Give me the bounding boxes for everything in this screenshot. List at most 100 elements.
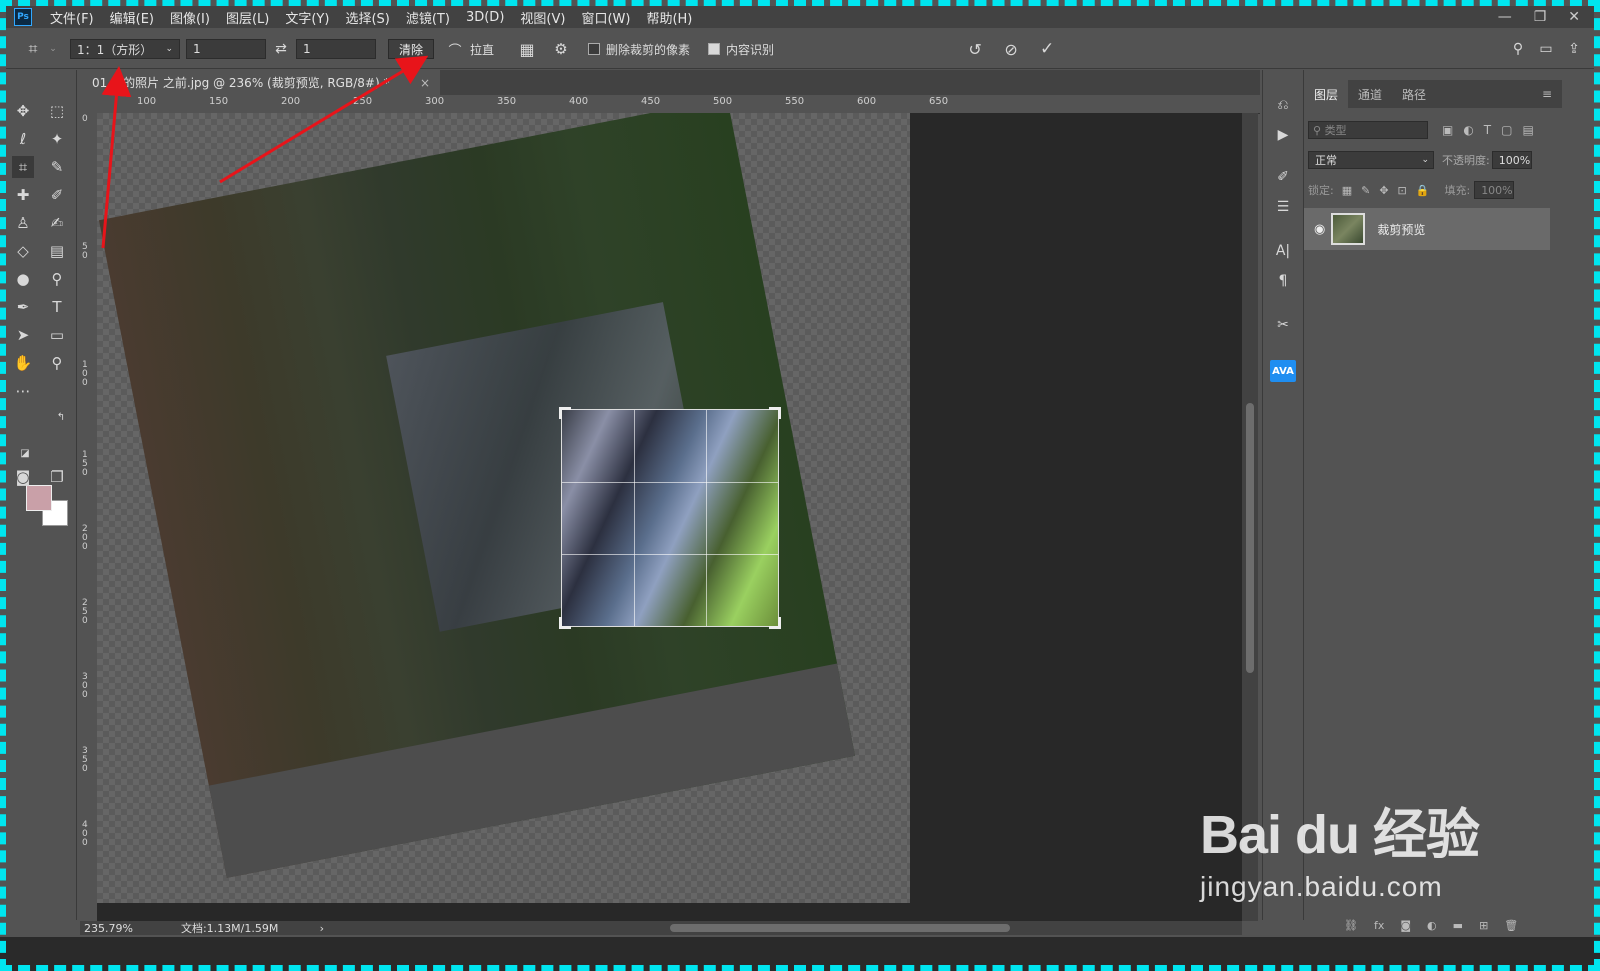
height-field[interactable]: 1	[296, 39, 376, 59]
status-expand-icon[interactable]: ›	[320, 922, 324, 935]
zoom-tool-icon[interactable]: ⚲	[46, 352, 68, 374]
paragraph-icon[interactable]: ¶	[1272, 270, 1294, 292]
menu-select[interactable]: 选择(S)	[337, 8, 397, 27]
crop-handle-bottom-right[interactable]	[769, 617, 781, 629]
crop-handle-top-right[interactable]	[769, 407, 781, 419]
new-layer-icon[interactable]: ⊞	[1479, 919, 1488, 932]
menu-image[interactable]: 图像(I)	[162, 8, 218, 27]
menu-help[interactable]: 帮助(H)	[638, 8, 700, 27]
history-icon[interactable]: ⎌	[1272, 94, 1294, 116]
history-brush-icon[interactable]: ✍	[46, 212, 68, 234]
commit-check-icon[interactable]: ✓	[1032, 39, 1062, 59]
opacity-field[interactable]: 100%	[1491, 151, 1532, 169]
tab-channels[interactable]: 通道	[1348, 80, 1392, 108]
menu-edit[interactable]: 编辑(E)	[102, 8, 162, 27]
search-icon[interactable]: ⚲	[1504, 41, 1532, 57]
crop-tool-icon[interactable]: ⌗	[12, 156, 34, 178]
add-mask-icon[interactable]: ◙	[1400, 919, 1411, 932]
lock-icons[interactable]: ▦✎✥⊡🔒	[1342, 184, 1439, 197]
more-tools-icon[interactable]: ⋯	[12, 380, 34, 402]
character-icon[interactable]: A|	[1272, 240, 1294, 262]
content-aware-checkbox[interactable]	[708, 43, 721, 55]
eraser-tool-icon[interactable]: ◇	[12, 240, 34, 262]
preset-dropdown-icon[interactable]: ⌄	[48, 44, 58, 54]
blur-tool-icon[interactable]: ●	[12, 268, 34, 290]
actions-play-icon[interactable]: ▶	[1272, 124, 1294, 146]
delete-cropped-checkbox[interactable]	[588, 43, 601, 55]
straighten-icon[interactable]: ⌒	[440, 40, 470, 59]
healing-brush-icon[interactable]: ✚	[12, 184, 34, 206]
brush-settings-icon[interactable]: ✐	[1272, 166, 1294, 188]
menu-window[interactable]: 窗口(W)	[573, 8, 638, 27]
hand-tool-icon[interactable]: ✋	[12, 352, 34, 374]
lasso-tool-icon[interactable]: ℓ	[12, 128, 34, 150]
scroll-thumb[interactable]	[670, 924, 1010, 932]
gear-icon[interactable]: ⚙	[546, 40, 576, 58]
marquee-tool-icon[interactable]: ⬚	[46, 100, 68, 122]
visibility-eye-icon[interactable]: ◉	[1314, 222, 1325, 237]
document-tab[interactable]: 01 歪的照片 之前.jpg @ 236% (裁剪预览, RGB/8#) * ×	[80, 70, 440, 95]
screen-mode-icon[interactable]: ❐	[46, 466, 68, 488]
blend-mode-select[interactable]: 正常 ⌄	[1308, 151, 1434, 169]
trash-icon[interactable]: 🗑	[1504, 919, 1518, 932]
ratio-select[interactable]: 1：1（方形） ⌄	[70, 39, 180, 59]
close-tab-icon[interactable]: ×	[420, 76, 430, 90]
workspace-icon[interactable]: ▭	[1532, 41, 1560, 57]
swap-colors-icon[interactable]: ↰	[50, 406, 72, 428]
menu-layer[interactable]: 图层(L)	[218, 8, 277, 27]
crop-handle-top-left[interactable]	[559, 407, 571, 419]
move-tool-icon[interactable]: ✥	[12, 100, 34, 122]
gradient-tool-icon[interactable]: ▤	[46, 240, 68, 262]
menu-file[interactable]: 文件(F)	[42, 8, 102, 27]
minimize-icon[interactable]: —	[1498, 9, 1512, 25]
foreground-color-swatch[interactable]	[26, 485, 52, 511]
tab-layers[interactable]: 图层	[1304, 80, 1349, 108]
horizontal-scrollbar[interactable]	[330, 921, 1242, 935]
scroll-thumb[interactable]	[1246, 403, 1254, 673]
adjustment-layer-icon[interactable]: ◐	[1427, 919, 1437, 932]
crop-handle-bottom-left[interactable]	[559, 617, 571, 629]
close-window-icon[interactable]: ✕	[1568, 9, 1580, 25]
swap-icon[interactable]: ⇄	[266, 41, 296, 57]
quick-mask-icon[interactable]: ◙	[12, 466, 34, 488]
fill-field[interactable]: 100%	[1474, 181, 1515, 199]
brush-tool-icon[interactable]: ✐	[46, 184, 68, 206]
crop-tool-preset-icon[interactable]: ⌗	[18, 39, 48, 59]
panel-menu-icon[interactable]: ≡	[1532, 80, 1562, 108]
dodge-tool-icon[interactable]: ⚲	[46, 268, 68, 290]
menu-type[interactable]: 文字(Y)	[277, 8, 337, 27]
tools-settings-icon[interactable]: ✂	[1272, 314, 1294, 336]
clear-button[interactable]: 清除	[388, 39, 435, 59]
default-colors-icon[interactable]: ◪	[14, 442, 36, 464]
fx-icon[interactable]: fx	[1374, 919, 1384, 932]
ava-plugin-icon[interactable]: AVA	[1270, 360, 1296, 382]
restore-icon[interactable]: ❐	[1534, 9, 1547, 25]
canvas-area[interactable]	[97, 113, 1242, 921]
overlay-grid-icon[interactable]: ▦	[512, 40, 542, 59]
zoom-level[interactable]: 235.79%	[84, 922, 133, 935]
stamp-tool-icon[interactable]: ♙	[12, 212, 34, 234]
path-select-icon[interactable]: ➤	[12, 324, 34, 346]
magic-wand-icon[interactable]: ✦	[46, 128, 68, 150]
crop-box[interactable]	[559, 407, 781, 629]
rectangle-tool-icon[interactable]: ▭	[46, 324, 68, 346]
tab-paths[interactable]: 路径	[1392, 80, 1436, 108]
pen-tool-icon[interactable]: ✒	[12, 296, 34, 318]
menu-filter[interactable]: 滤镜(T)	[398, 8, 458, 27]
link-layers-icon[interactable]: ⛓	[1344, 919, 1358, 932]
menu-3d[interactable]: 3D(D)	[458, 10, 512, 25]
layer-name[interactable]: 裁剪预览	[1377, 221, 1425, 238]
layer-filter-select[interactable]: ⚲ 类型	[1308, 121, 1428, 139]
layer-row[interactable]: ◉ 裁剪预览	[1304, 208, 1550, 250]
straighten-label[interactable]: 拉直	[470, 41, 494, 58]
width-field[interactable]: 1	[186, 39, 266, 59]
adjustments-icon[interactable]: ☰	[1272, 196, 1294, 218]
filter-kind-icons[interactable]: ▣◐T▢▤	[1442, 123, 1544, 137]
type-tool-icon[interactable]: T	[46, 296, 68, 318]
reset-icon[interactable]: ↺	[960, 40, 990, 59]
cancel-icon[interactable]: ⊘	[996, 40, 1026, 59]
eyedropper-icon[interactable]: ✎	[46, 156, 68, 178]
menu-view[interactable]: 视图(V)	[512, 8, 573, 27]
share-icon[interactable]: ⇪	[1560, 41, 1588, 57]
new-group-icon[interactable]: ▬	[1453, 919, 1463, 932]
